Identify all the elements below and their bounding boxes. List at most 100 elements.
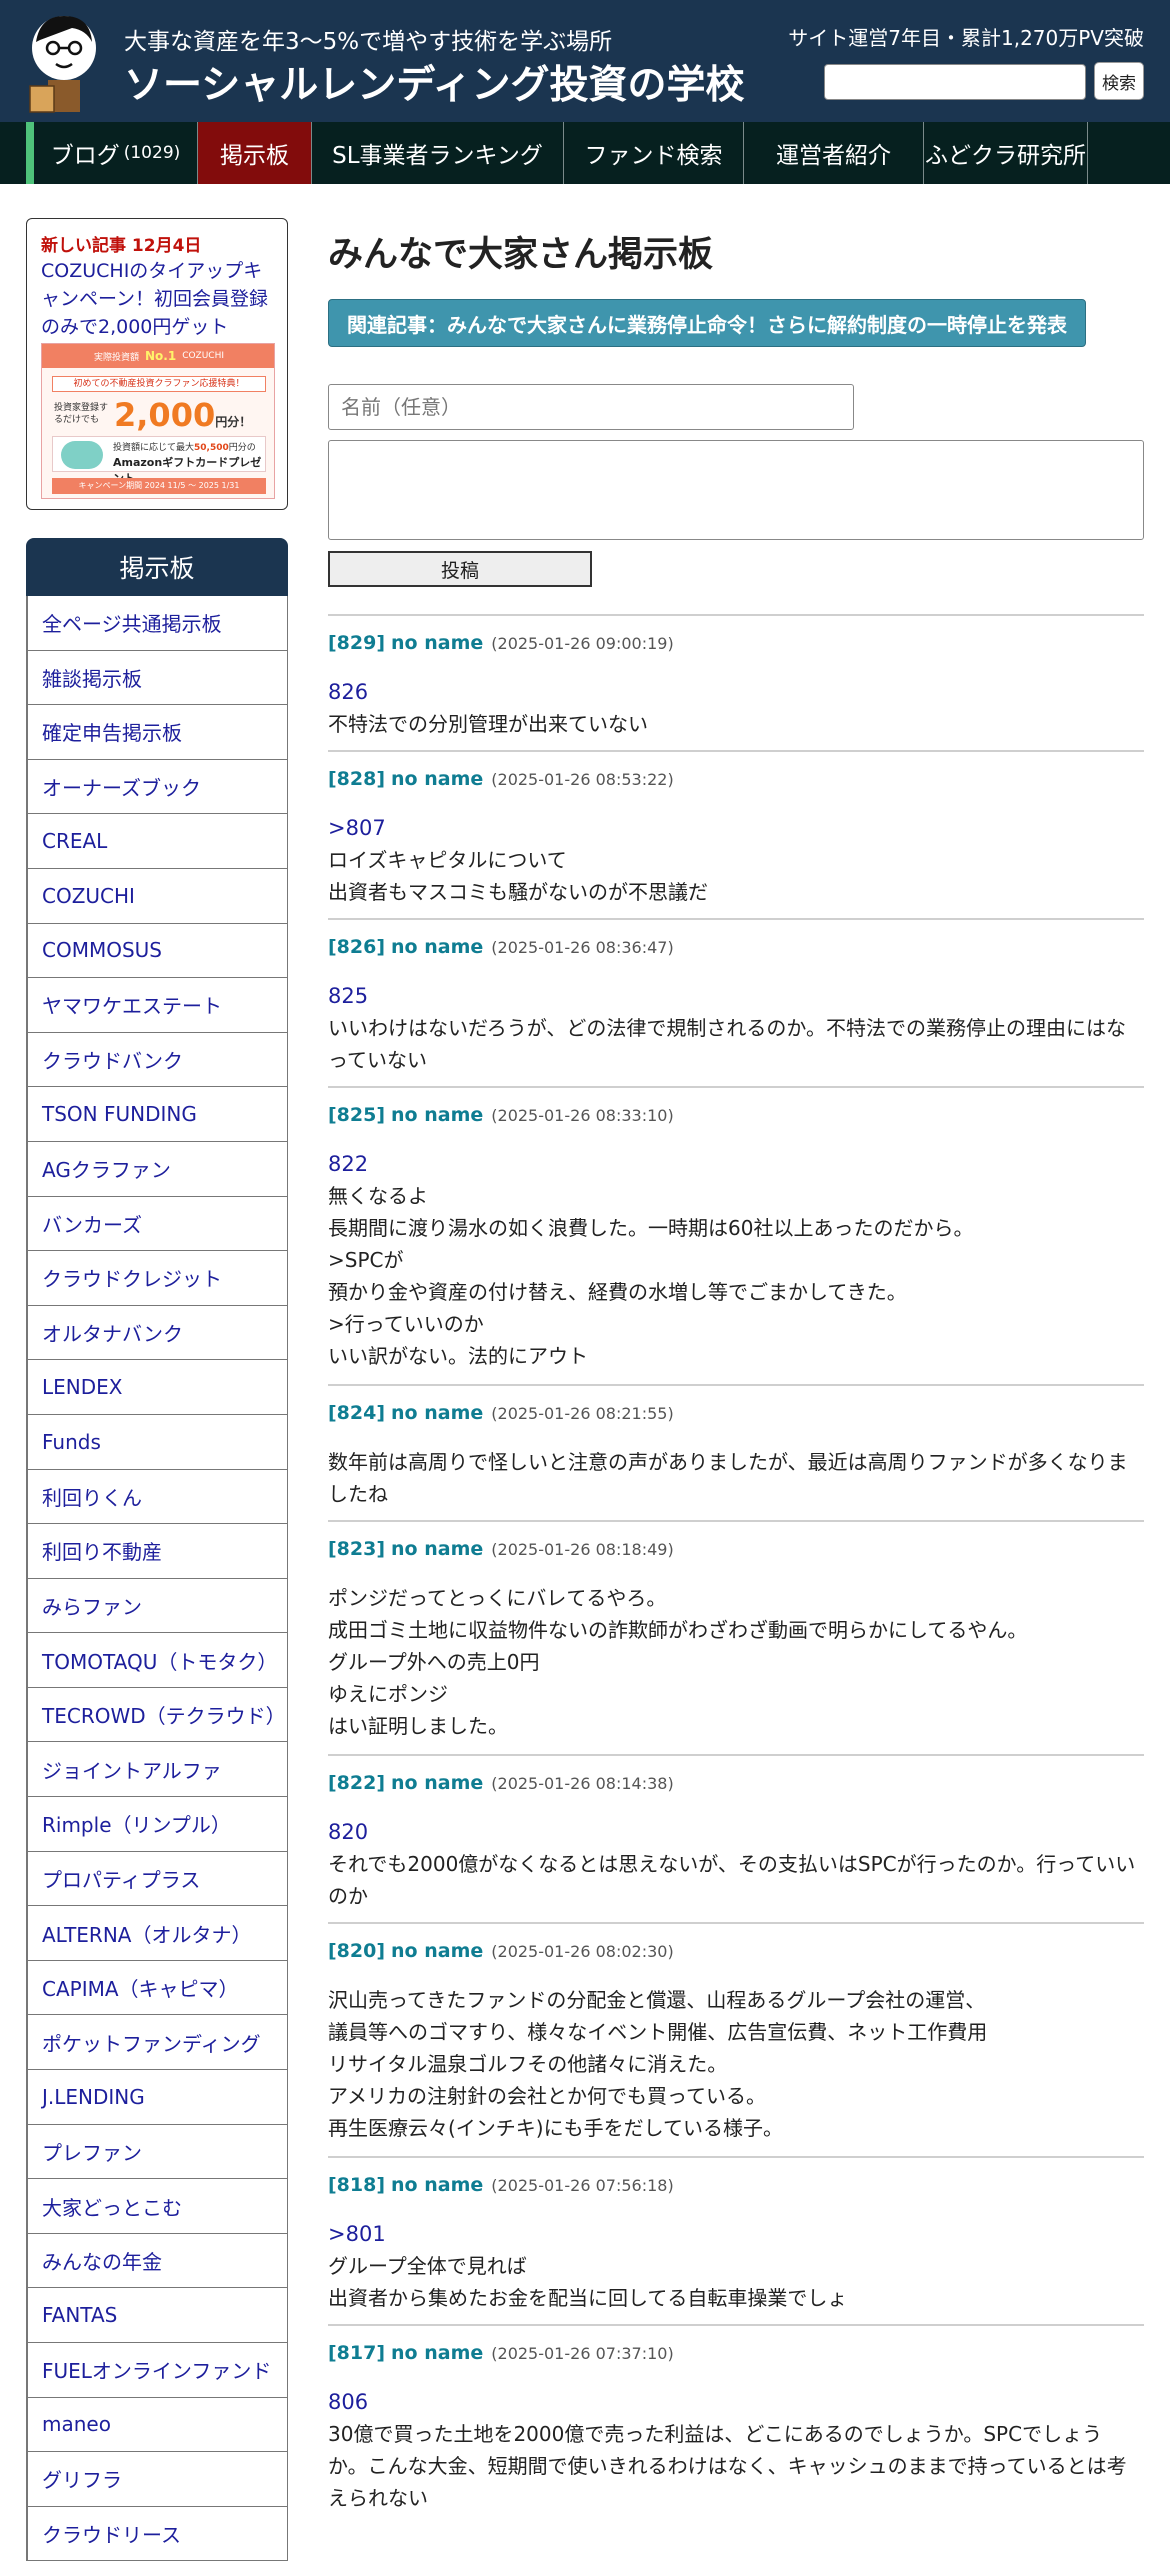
board-list-item[interactable]: 大家どっとこむ — [26, 2179, 288, 2234]
comment-reply-link[interactable]: >801 — [328, 2218, 1144, 2250]
board-list-item[interactable]: クラウドクレジット — [26, 1251, 288, 1306]
comment-id[interactable]: [825] — [328, 1104, 385, 1126]
board-list-item[interactable]: ジョイントアルファ — [26, 1742, 288, 1798]
comment-text-line: いいわけはないだろうが、どの法律で規制されるのか。不特法での業務停止の理由にはな — [328, 1016, 1126, 1040]
comment-author: no name — [391, 1940, 484, 1962]
comment-reply-link[interactable]: >807 — [328, 812, 1144, 844]
comment-id[interactable]: [828] — [328, 768, 385, 790]
comment-text-line: リサイタル温泉ゴルフその他諸々に消えた。 — [328, 2052, 728, 2076]
board-list-item[interactable]: J.LENDING — [26, 2070, 288, 2125]
post-button[interactable]: 投稿 — [328, 551, 592, 587]
piggy-bank-icon — [61, 441, 103, 469]
comment-id[interactable]: [823] — [328, 1538, 385, 1560]
comment-header: [826] no name (2025-01-26 08:36:47) — [328, 936, 674, 958]
comment-text-line: ゆえにポンジ — [328, 1682, 448, 1706]
nav-item-label: ふどクラ研究所 — [925, 143, 1086, 169]
comment-date: (2025-01-26 08:33:10) — [491, 1106, 674, 1125]
board-list-item[interactable]: maneo — [26, 2397, 288, 2453]
comment-text-line: 沢山売ってきたファンドの分配金と償還、山程あるグループ会社の運営、 — [328, 1988, 986, 2012]
comment-text-line: グループ外への売上0円 — [328, 1650, 540, 1674]
comment-id[interactable]: [826] — [328, 936, 385, 958]
nav-item-lab[interactable]: ふどクラ研究所 — [924, 122, 1088, 184]
board-list-item[interactable]: オルタナバンク — [26, 1305, 288, 1361]
nav-item-fund-search[interactable]: ファンド検索 — [564, 122, 744, 184]
board-list-item[interactable]: TOMOTAQU（トモタク） — [26, 1633, 288, 1688]
nav-item-ranking[interactable]: SL事業者ランキング — [312, 122, 564, 184]
comment-reply-link[interactable]: 806 — [328, 2386, 1144, 2418]
nav-item-blog[interactable]: ブログ (1029) — [34, 122, 198, 184]
board-list-item[interactable]: TSON FUNDING — [26, 1087, 288, 1142]
board-list-item[interactable]: FUELオンラインファンド — [26, 2343, 288, 2398]
comment-body: >801 グループ全体で見れば 出資者から集めたお金を配当に回してる自転車操業でしょ — [328, 2218, 1144, 2314]
comment-reply-link[interactable]: 820 — [328, 1816, 1144, 1848]
comment-reply-link[interactable]: 825 — [328, 980, 1144, 1012]
promo-banner-image[interactable]: 実際投資額 No.1 COZUCHI 初めての不動産投資クラファン応援特典！ 投… — [41, 343, 275, 499]
board-list-items: 全ページ共通掲示板 雑談掲示板 確定申告掲示板 オーナーズブック CREAL COZUCH… — [26, 596, 288, 2561]
banner-gift-text2: 円分の — [228, 443, 256, 453]
comment-header: [823] no name (2025-01-26 08:18:49) — [328, 1538, 674, 1560]
comment-id[interactable]: [818] — [328, 2174, 385, 2196]
board-list-item[interactable]: ヤマワケエステート — [26, 978, 288, 1033]
board-list-item[interactable]: 全ページ共通掲示板 — [26, 596, 288, 651]
comment-id[interactable]: [824] — [328, 1402, 385, 1424]
comment-item: [828] no name (2025-01-26 08:53:22) >807 ロイズ… — [328, 750, 1144, 918]
banner-top: 実際投資額 No.1 COZUCHI — [42, 344, 274, 368]
board-list-item[interactable]: オーナーズブック — [26, 759, 288, 815]
board-list-item[interactable]: LENDEX — [26, 1360, 288, 1415]
nav-item-about[interactable]: 運営者紹介 — [744, 122, 924, 184]
new-article-promo[interactable]: 新しい記事 12月4日 COZUCHIのタイアップキャンペーン！初回会員登録のみ… — [26, 218, 288, 510]
search-input[interactable] — [824, 64, 1086, 100]
board-list-item[interactable]: クラウドバンク — [26, 1032, 288, 1088]
comment-reply-link[interactable]: 822 — [328, 1148, 1144, 1180]
comment-id[interactable]: [829] — [328, 632, 385, 654]
nav-accent-bar — [26, 122, 34, 184]
mascot-logo-icon[interactable] — [26, 8, 102, 116]
search-button[interactable]: 検索 — [1094, 62, 1144, 100]
comment-text-line: アメリカの注射針の会社とか何でも買っている。 — [328, 2084, 766, 2108]
board-list-item[interactable]: ALTERNA（オルタナ） — [26, 1906, 288, 1961]
related-article-button[interactable]: 関連記事：みんなで大家さんに業務停止命令！さらに解約制度の一時停止を発表 — [328, 299, 1086, 347]
board-list-item[interactable]: COMMOSUS — [26, 923, 288, 979]
board-list-item[interactable]: AGクラファン — [26, 1141, 288, 1197]
board-list-item[interactable]: COZUCHI — [26, 868, 288, 924]
board-list-item[interactable]: TECROWD（テクラウド） — [26, 1687, 288, 1743]
comment-text-line: のか — [328, 1884, 368, 1908]
comment-reply-link[interactable]: 826 — [328, 676, 1144, 708]
comment-id[interactable]: [822] — [328, 1772, 385, 1794]
comment-text-line: >SPCが — [328, 1248, 404, 1272]
board-list-item[interactable]: 雑談掲示板 — [26, 650, 288, 706]
banner-register-label: 投資家登録するだけでも — [54, 403, 109, 425]
board-list-item[interactable]: ポケットファンディング — [26, 2015, 288, 2071]
comment-header: [829] no name (2025-01-26 09:00:19) — [328, 632, 674, 654]
name-input[interactable] — [328, 384, 854, 430]
board-list-item[interactable]: みんなの年金 — [26, 2233, 288, 2289]
comment-body: ポンジだってとっくにバレてるやろ。 成田ゴミ土地に収益物件ないの詐欺師がわざわざ動… — [328, 1582, 1144, 1742]
comment-item: [820] no name (2025-01-26 08:02:30) 沢山売ってきた… — [328, 1922, 1144, 2156]
board-list-item[interactable]: 利回りくん — [26, 1469, 288, 1525]
comment-date: (2025-01-26 08:21:55) — [491, 1404, 674, 1423]
comment-author: no name — [391, 1538, 484, 1560]
board-list-item[interactable]: CREAL — [26, 814, 288, 869]
comment-date: (2025-01-26 09:00:19) — [491, 634, 674, 653]
board-list-item[interactable]: CAPIMA（キャピマ） — [26, 1960, 288, 2016]
comment-id[interactable]: [817] — [328, 2342, 385, 2364]
nav-item-board[interactable]: 掲示板 — [198, 122, 312, 184]
board-list-item[interactable]: バンカーズ — [26, 1196, 288, 1252]
board-list-item[interactable]: プレファン — [26, 2124, 288, 2180]
comment-id[interactable]: [820] — [328, 1940, 385, 1962]
board-list-item[interactable]: 確定申告掲示板 — [26, 705, 288, 760]
site-title[interactable]: ソーシャルレンディング投資の学校 — [124, 54, 745, 110]
board-list-item[interactable]: Rimple（リンプル） — [26, 1797, 288, 1852]
board-list-item[interactable]: Funds — [26, 1414, 288, 1470]
board-list-item[interactable]: クラウドリース — [26, 2506, 288, 2561]
banner-gift-line: 投資額に応じて最大50,500円分の — [113, 440, 256, 453]
comment-textarea[interactable] — [328, 440, 1144, 540]
board-list-item[interactable]: みらファン — [26, 1578, 288, 1634]
promo-link[interactable]: COZUCHIのタイアップキャンペーン！初回会員登録のみで2,000円ゲット — [41, 257, 281, 341]
board-list-item[interactable]: 利回り不動産 — [26, 1524, 288, 1579]
board-list-item[interactable]: グリフラ — [26, 2452, 288, 2507]
comment-header: [818] no name (2025-01-26 07:56:18) — [328, 2174, 674, 2196]
board-list-item[interactable]: FANTAS — [26, 2288, 288, 2343]
board-list-item[interactable]: プロパティプラス — [26, 1851, 288, 1907]
comment-date: (2025-01-26 07:56:18) — [491, 2176, 674, 2195]
